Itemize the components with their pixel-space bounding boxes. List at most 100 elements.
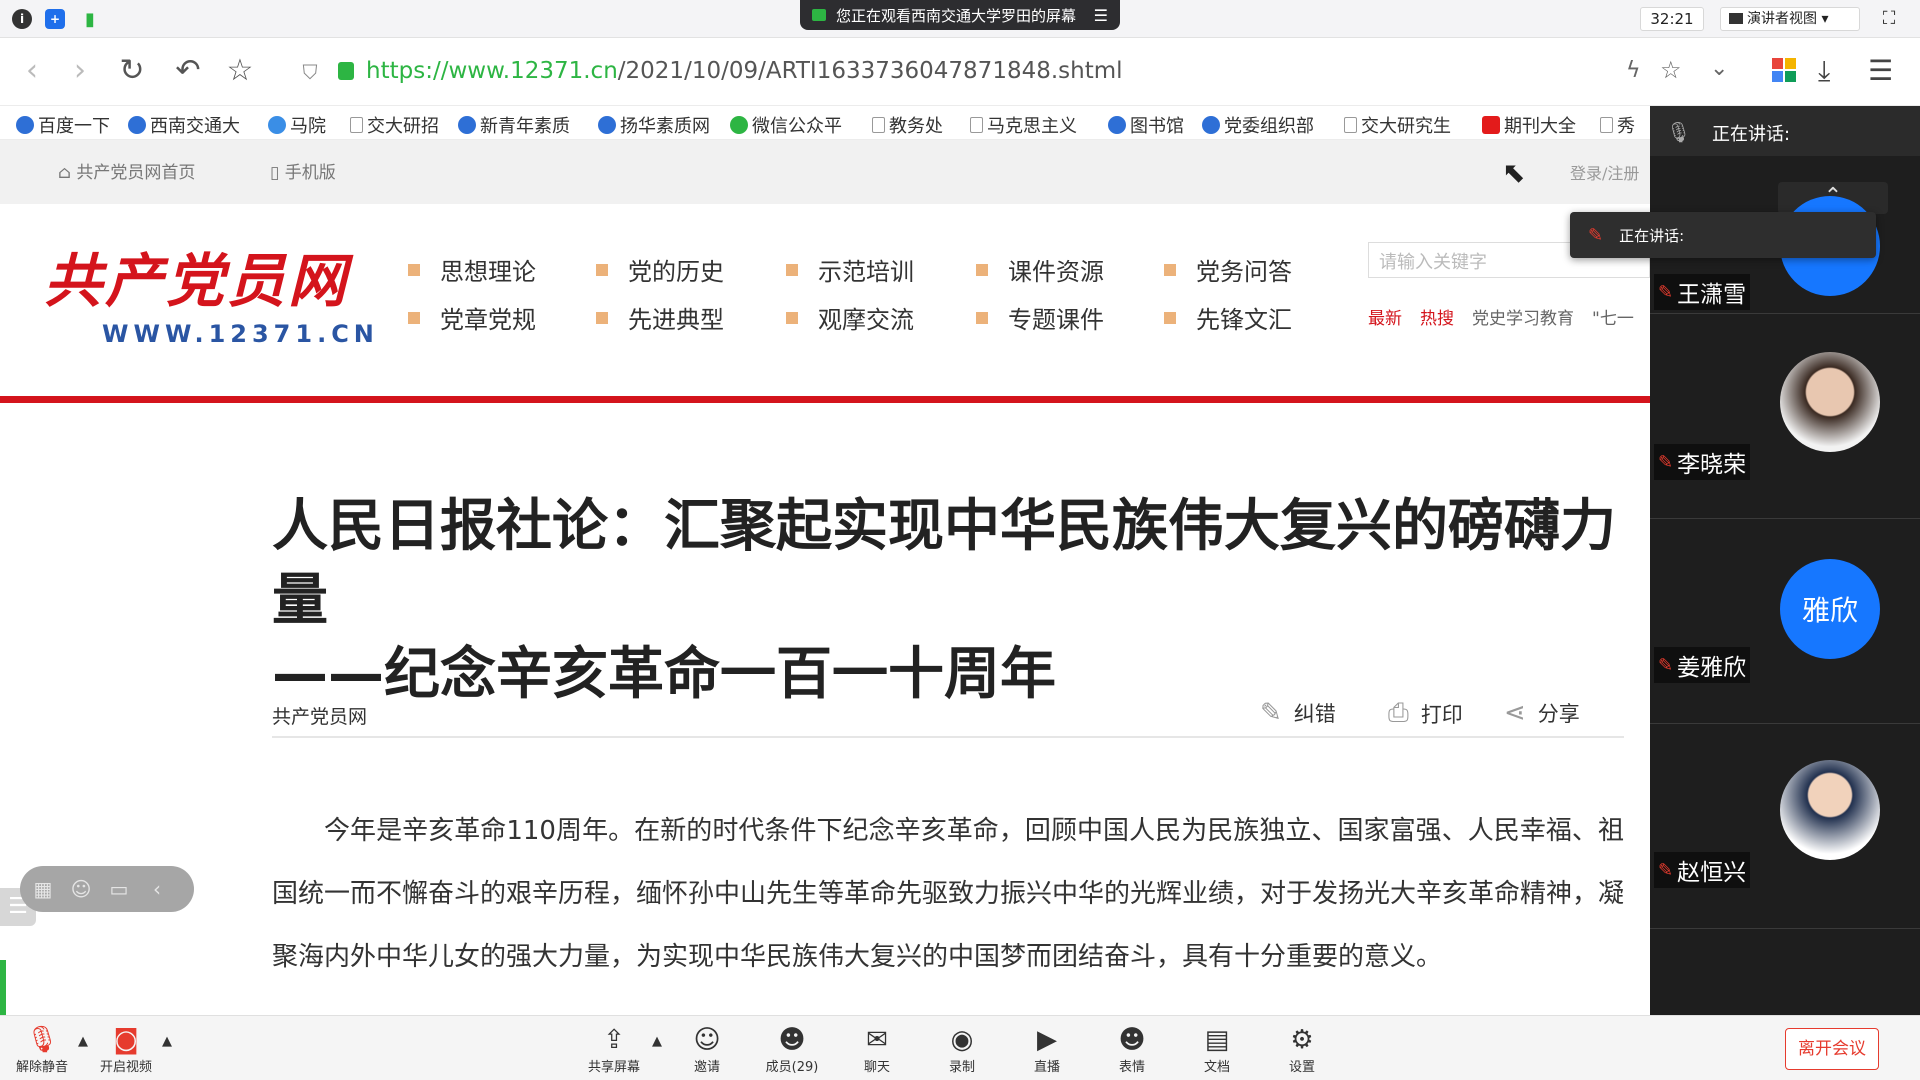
view-mode-dropdown[interactable]: 演讲者视图 ▾ bbox=[1720, 7, 1860, 31]
view-mode-label: 演讲者视图 bbox=[1747, 11, 1817, 27]
category-link[interactable]: 党的历史 bbox=[596, 252, 724, 287]
bookmark-item[interactable]: 百度一下 bbox=[16, 112, 110, 138]
emoji-icon[interactable]: ☺ bbox=[68, 876, 94, 902]
logo-title: 共产党员网 bbox=[44, 247, 350, 315]
participant-tile[interactable]: ✎ 赵恒兴 bbox=[1650, 724, 1920, 929]
site-header: 共产党员网 WWW.12371.CN 思想理论 党的历史 示范培训 课件资源 党… bbox=[0, 204, 1650, 399]
url-host: https://www.12371.cn bbox=[366, 58, 618, 84]
chevron-down-icon[interactable]: ⌄ bbox=[1710, 56, 1728, 81]
unmute-button[interactable]: 🎙 解除静音 bbox=[0, 1024, 84, 1075]
view-layout-icon bbox=[1729, 13, 1743, 24]
category-link[interactable]: 思想理论 bbox=[408, 252, 536, 287]
bookmark-item[interactable]: 图书馆 bbox=[1108, 112, 1184, 138]
document-button[interactable]: ▤ 文档 bbox=[1175, 1024, 1259, 1075]
address-bar[interactable]: https://www.12371.cn/2021/10/09/ARTI1633… bbox=[366, 58, 1123, 84]
logo-url: WWW.12371.CN bbox=[102, 320, 379, 348]
undo-icon[interactable]: ↶ bbox=[170, 54, 206, 90]
hot-search-link[interactable]: 热搜 bbox=[1420, 309, 1454, 329]
network-signal-icon[interactable]: ▮ bbox=[80, 9, 100, 30]
category-link[interactable]: 先进典型 bbox=[596, 300, 724, 335]
comment-icon[interactable]: ▭ bbox=[106, 876, 132, 902]
home-link[interactable]: ⌂ 共产党员网首页 bbox=[58, 158, 195, 183]
bookmark-item[interactable]: 西南交通大 bbox=[128, 112, 240, 138]
page-icon bbox=[970, 117, 983, 133]
security-shield-icon[interactable]: + bbox=[45, 9, 65, 29]
bullet-icon bbox=[596, 263, 608, 276]
bookmark-item[interactable]: 党委组织部 bbox=[1202, 112, 1314, 138]
bookmark-star-icon[interactable]: ☆ bbox=[222, 54, 258, 90]
bookmark-item[interactable]: 期刊大全 bbox=[1482, 112, 1576, 138]
bookmark-item[interactable]: 马院 bbox=[268, 112, 326, 138]
bookmark-item[interactable]: 微信公众平 bbox=[730, 112, 842, 138]
back-icon[interactable]: ‹ bbox=[14, 54, 50, 90]
bullet-icon bbox=[1164, 263, 1176, 276]
share-screen-button[interactable]: ⇪ 共享屏幕 bbox=[572, 1024, 656, 1075]
article-meta: 共产党员网 ✎ 纠错 ⎙ 打印 ⋖ 分享 bbox=[272, 694, 1624, 738]
hot-topic-link[interactable]: "七一 bbox=[1592, 309, 1634, 329]
bookmark-item[interactable]: 交大研招 bbox=[350, 112, 439, 138]
mic-muted-icon: 🎙 bbox=[25, 1025, 59, 1055]
screen-sharing-banner[interactable]: 您正在观看西南交通大学罗田的屏幕 ☰ bbox=[800, 0, 1120, 30]
print-button[interactable]: ⎙ 打印 bbox=[1388, 698, 1463, 729]
sharing-indicator-icon bbox=[812, 9, 826, 21]
lock-icon bbox=[338, 62, 354, 80]
correct-button[interactable]: ✎ 纠错 bbox=[1260, 698, 1336, 728]
article-body: 今年是辛亥革命110周年。在新的时代条件下纪念辛亥革命，回顾中国人民为民族独立、… bbox=[272, 816, 1625, 972]
participant-name: ✎ 赵恒兴 bbox=[1654, 852, 1751, 888]
speed-mode-icon[interactable]: ϟ bbox=[1626, 58, 1641, 83]
browser-menu-icon[interactable]: ☰ bbox=[1868, 54, 1893, 87]
bookmark-item[interactable]: 新青年素质 bbox=[458, 112, 570, 138]
bookmark-item[interactable]: 扬华素质网 bbox=[598, 112, 710, 138]
chevron-left-icon[interactable]: ‹ bbox=[144, 876, 170, 902]
category-link[interactable]: 专题课件 bbox=[976, 300, 1104, 335]
hot-topic-link[interactable]: 党史学习教育 bbox=[1472, 309, 1574, 329]
site-security-icon[interactable]: ⛉ bbox=[298, 60, 322, 84]
hot-latest-link[interactable]: 最新 bbox=[1368, 309, 1402, 329]
download-icon[interactable]: ⤓ bbox=[1818, 54, 1830, 88]
invite-button[interactable]: ☺ 邀请 bbox=[665, 1024, 749, 1075]
bullet-icon bbox=[786, 311, 798, 324]
info-icon[interactable]: i bbox=[12, 9, 32, 29]
participant-tile[interactable]: ✎ 李晓荣 bbox=[1650, 314, 1920, 519]
emoji-button[interactable]: ☻ 表情 bbox=[1090, 1024, 1174, 1075]
apps-icon[interactable]: ▦ bbox=[30, 876, 56, 902]
settings-button[interactable]: ⚙ 设置 bbox=[1260, 1024, 1344, 1075]
reload-icon[interactable]: ↻ bbox=[114, 54, 150, 90]
record-button[interactable]: ◉ 录制 bbox=[920, 1024, 1004, 1075]
meeting-controls: 🎙 解除静音 ▲ ◙ 开启视频 ▲ ⇪ 共享屏幕 ▲ ☺ 邀请 ☻ 成员(29) ✉ 聊天 … bbox=[0, 1015, 1920, 1080]
mobile-version-link[interactable]: ▯ 手机版 bbox=[270, 158, 336, 183]
leave-meeting-button[interactable]: 离开会议 bbox=[1785, 1028, 1879, 1070]
login-register-link[interactable]: 登录/注册 bbox=[1570, 160, 1639, 184]
favorite-star-icon[interactable]: ☆ bbox=[1660, 56, 1682, 84]
chevron-up-icon[interactable]: ▲ bbox=[652, 1034, 662, 1049]
forward-icon[interactable]: › bbox=[62, 54, 98, 90]
site-logo[interactable]: 共产党员网 WWW.12371.CN bbox=[44, 234, 374, 348]
emoji-icon: ☻ bbox=[1118, 1025, 1146, 1055]
bookmark-item[interactable]: 马克思主义 bbox=[970, 112, 1077, 138]
banner-menu-icon[interactable]: ☰ bbox=[1094, 6, 1108, 25]
page-icon bbox=[1600, 117, 1613, 133]
category-link[interactable]: 观摩交流 bbox=[786, 300, 914, 335]
apps-grid-icon[interactable] bbox=[1772, 58, 1796, 82]
bookmark-item[interactable]: 交大研究生 bbox=[1344, 112, 1451, 138]
participant-tile[interactable]: 雅欣 ✎ 姜雅欣 bbox=[1650, 519, 1920, 724]
start-video-button[interactable]: ◙ 开启视频 bbox=[84, 1024, 168, 1075]
members-button[interactable]: ☻ 成员(29) bbox=[750, 1024, 834, 1075]
live-button[interactable]: ▶ 直播 bbox=[1005, 1024, 1089, 1075]
category-link[interactable]: 课件资源 bbox=[976, 252, 1104, 287]
category-link[interactable]: 示范培训 bbox=[786, 252, 914, 287]
annotation-toolbar: ▦ ☺ ▭ ‹ bbox=[20, 866, 194, 912]
category-link[interactable]: 党务问答 bbox=[1164, 252, 1292, 287]
sharing-banner-text: 您正在观看西南交通大学罗田的屏幕 bbox=[836, 6, 1077, 25]
category-link[interactable]: 党章党规 bbox=[408, 300, 536, 335]
article-source: 共产党员网 bbox=[272, 706, 368, 728]
hot-links: 最新 热搜 党史学习教育 "七一 bbox=[1368, 304, 1634, 329]
share-button[interactable]: ⋖ 分享 bbox=[1504, 698, 1580, 728]
browser-toolbar: ‹ › ↻ ↶ ☆ ⛉ https://www.12371.cn/2021/10… bbox=[0, 38, 1920, 106]
bookmark-item[interactable]: 秀 bbox=[1600, 112, 1635, 138]
bookmark-item[interactable]: 教务处 bbox=[872, 112, 943, 138]
category-link[interactable]: 先锋文汇 bbox=[1164, 300, 1292, 335]
chat-button[interactable]: ✉ 聊天 bbox=[835, 1024, 919, 1075]
chevron-up-icon[interactable]: ▲ bbox=[162, 1034, 172, 1049]
fullscreen-icon[interactable]: ⛶ bbox=[1878, 8, 1900, 30]
